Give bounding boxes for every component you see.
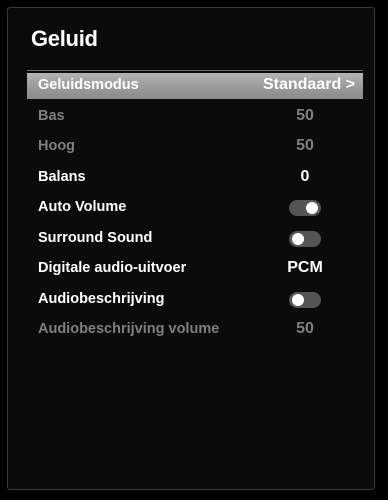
surround-sound-toggle[interactable]: [289, 231, 321, 247]
menu-item-audiobeschrijving[interactable]: Audiobeschrijving: [27, 287, 363, 313]
auto-volume-toggle[interactable]: [289, 200, 321, 216]
menu-item-label: Audiobeschrijving volume: [38, 321, 220, 337]
menu-item-auto-volume[interactable]: Auto Volume: [27, 195, 363, 221]
menu-item-label: Hoog: [38, 138, 76, 154]
menu-item-value: 0: [300, 168, 310, 185]
menu-item-value: 50: [296, 137, 314, 154]
menu-item-value: 50: [296, 107, 314, 124]
toggle-knob: [306, 202, 318, 214]
menu-item-label: Digitale audio-uitvoer: [38, 260, 187, 276]
audiobeschrijving-toggle[interactable]: [289, 292, 321, 308]
menu-item-geluidsmodus[interactable]: Geluidsmodus Standaard >: [27, 73, 363, 99]
menu-title: Geluid: [31, 26, 98, 51]
menu-item-audiobeschrijving-volume: Audiobeschrijving volume 50: [27, 317, 363, 343]
menu-item-value: PCM: [287, 259, 323, 276]
menu-item-bas: Bas 50: [27, 104, 363, 130]
toggle-knob: [292, 233, 304, 245]
menu-item-balans[interactable]: Balans 0: [27, 165, 363, 191]
menu-item-hoog: Hoog 50: [27, 134, 363, 160]
menu-item-surround-sound[interactable]: Surround Sound: [27, 226, 363, 252]
toggle-knob: [292, 294, 304, 306]
menu-item-label: Geluidsmodus: [38, 77, 139, 93]
menu-item-label: Balans: [38, 169, 86, 185]
sound-menu-panel: Geluid Geluidsmodus Standaard > Bas 50 H…: [7, 7, 375, 490]
menu-item-value: Standaard >: [262, 76, 355, 93]
menu-item-label: Surround Sound: [38, 230, 153, 246]
title-divider: [27, 70, 363, 71]
menu-item-label: Audiobeschrijving: [38, 291, 165, 307]
menu-item-digitale-audio-uitvoer[interactable]: Digitale audio-uitvoer PCM: [27, 256, 363, 282]
menu-item-label: Bas: [38, 108, 65, 124]
menu-item-label: Auto Volume: [38, 199, 127, 215]
menu-item-value: 50: [296, 320, 314, 337]
